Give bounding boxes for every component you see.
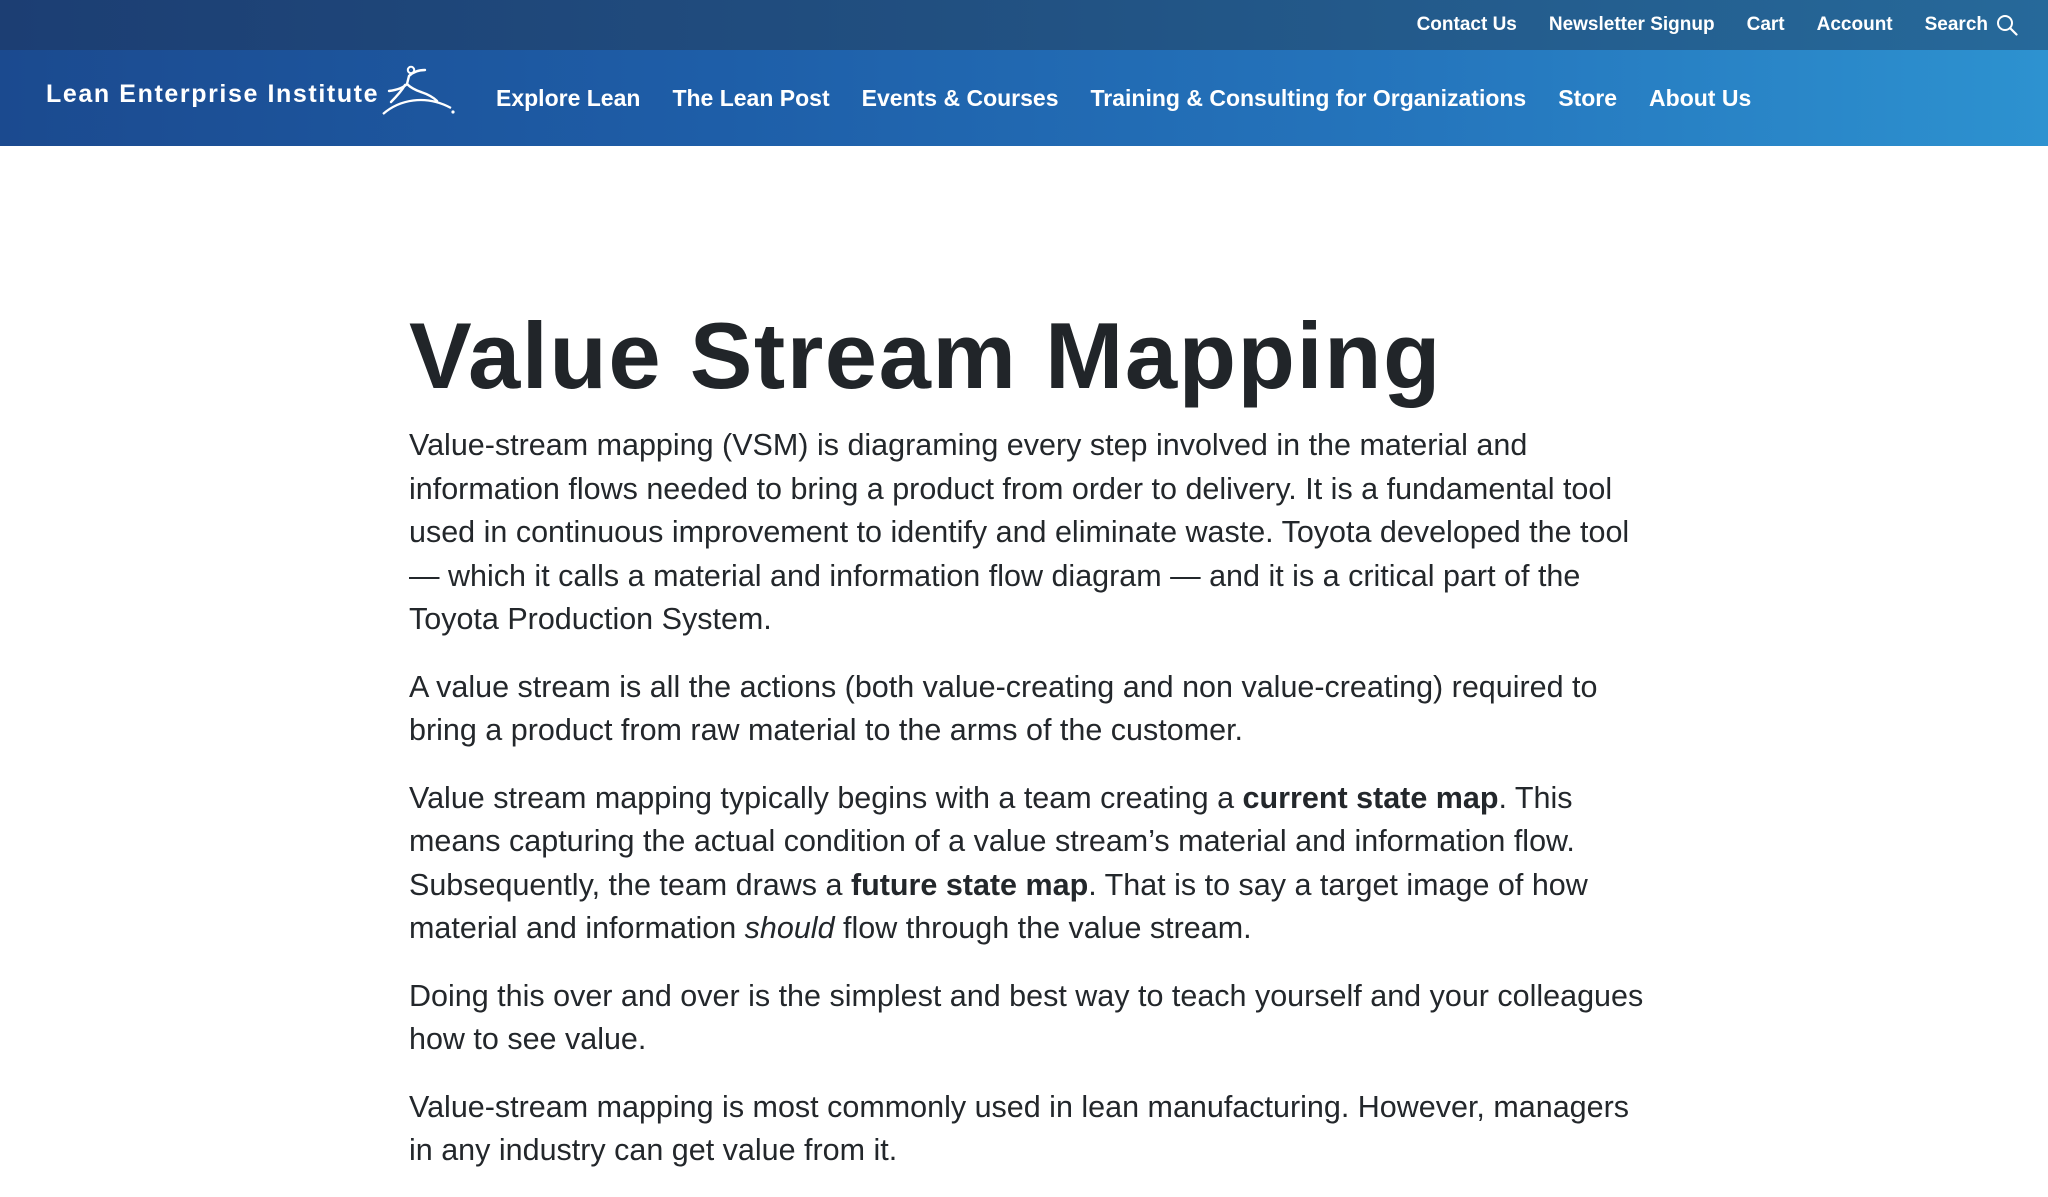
contact-us-link[interactable]: Contact Us xyxy=(1417,14,1517,36)
value-stream-definition-paragraph: A value stream is all the actions (both … xyxy=(409,669,1598,748)
nav-about-us[interactable]: About Us xyxy=(1649,85,1751,112)
account-link[interactable]: Account xyxy=(1817,14,1893,36)
industry-usage-paragraph: Value-stream mapping is most commonly us… xyxy=(409,1089,1629,1168)
intro-paragraph: Value-stream mapping (VSM) is diagraming… xyxy=(409,428,1630,636)
search-button[interactable]: Search xyxy=(1925,14,2018,36)
nav-events-courses[interactable]: Events & Courses xyxy=(862,85,1059,112)
page-title: Value Stream Mapping xyxy=(409,303,1442,408)
search-label: Search xyxy=(1924,14,1988,35)
should-emphasis: should xyxy=(744,911,835,945)
nav-the-lean-post[interactable]: The Lean Post xyxy=(672,85,829,112)
current-state-map-term: current state map xyxy=(1242,780,1499,815)
utility-nav: Contact Us Newsletter Signup Cart Accoun… xyxy=(0,0,2048,50)
future-state-map-term: future state map xyxy=(850,867,1089,902)
mapping-process-paragraph: Value stream mapping typically begins wi… xyxy=(409,777,1649,951)
article-content: Value Stream Mapping Value-stream mappin… xyxy=(409,300,1649,1197)
search-icon xyxy=(1997,15,2018,36)
logo-text: Lean Enterprise Institute xyxy=(46,79,380,108)
nav-explore-lean[interactable]: Explore Lean xyxy=(496,85,640,112)
text-span: Value stream mapping typically begins wi… xyxy=(409,780,1243,815)
site-logo[interactable]: Lean Enterprise Institute xyxy=(46,65,457,120)
nav-store[interactable]: Store xyxy=(1558,85,1617,112)
main-nav: Lean Enterprise Institute Explore Lean T… xyxy=(0,50,2048,146)
leaping-figure-logo-icon xyxy=(382,65,455,115)
cart-link[interactable]: Cart xyxy=(1747,14,1785,36)
nav-training-consulting[interactable]: Training & Consulting for Organizations xyxy=(1091,85,1527,112)
primary-nav-links: Explore Lean The Lean Post Events & Cour… xyxy=(496,50,1783,146)
newsletter-signup-link[interactable]: Newsletter Signup xyxy=(1549,14,1715,36)
text-span: flow through the value stream. xyxy=(834,911,1252,945)
practice-paragraph: Doing this over and over is the simplest… xyxy=(409,978,1644,1057)
